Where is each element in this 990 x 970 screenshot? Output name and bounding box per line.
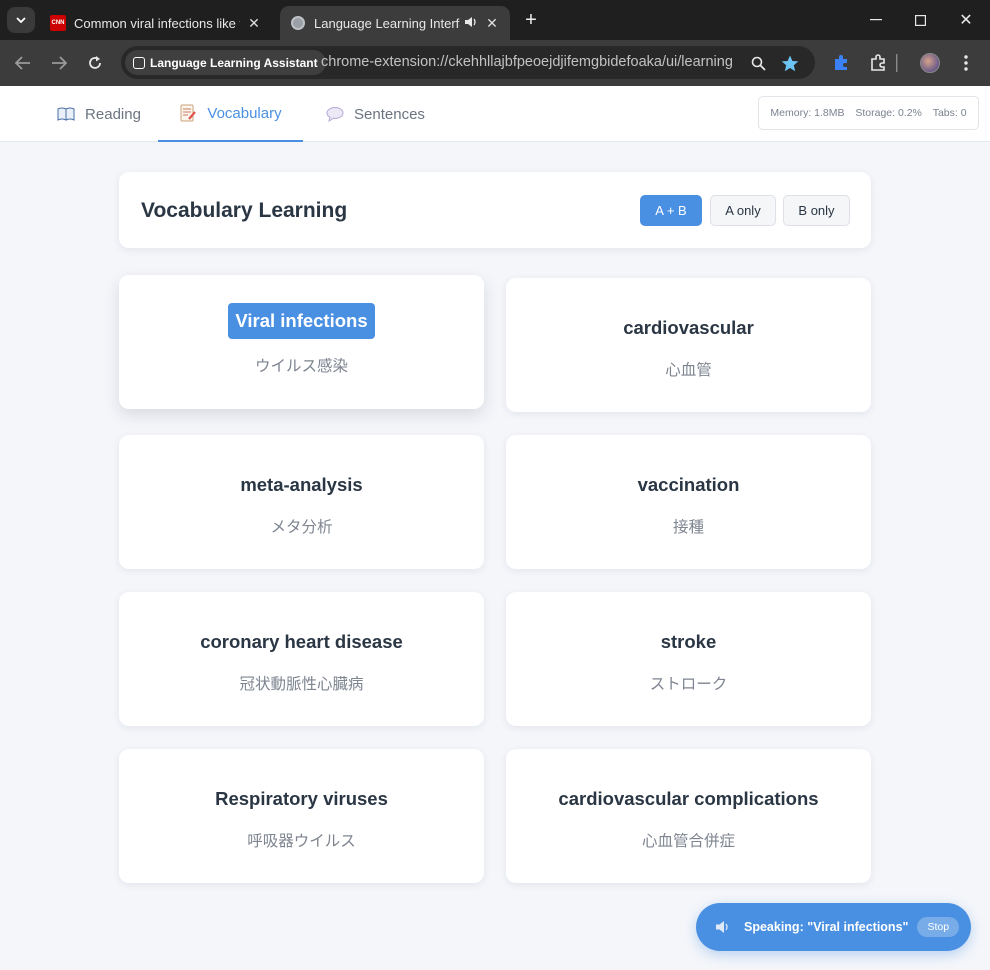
vocab-term[interactable]: vaccination [638, 474, 740, 496]
speaker-icon[interactable] [464, 16, 478, 31]
globe-icon [290, 15, 306, 31]
vocab-translation: 呼吸器ウイルス [247, 832, 356, 850]
vocab-translation: 心血管 [665, 361, 712, 379]
book-icon [57, 105, 75, 123]
chevron-down-icon [16, 17, 26, 23]
resource-stats: Memory: 1.8MB Storage: 0.2% Tabs: 0 [758, 96, 979, 130]
extensions-menu-icon[interactable] [865, 50, 891, 76]
vocab-card[interactable]: stroke ストローク [506, 592, 871, 726]
browser-tab-cnn[interactable]: CNN Common viral infections like flu ✕ [40, 6, 272, 40]
vocab-translation: メタ分析 [270, 518, 333, 536]
tab-sentences[interactable]: Sentences [303, 86, 448, 142]
url-text: chrome-extension://ckehhllajbfpeoejdjife… [321, 54, 733, 70]
site-info-chip[interactable]: Language Learning Assistant [125, 50, 326, 75]
vocab-card[interactable]: cardiovascular 心血管 [506, 278, 871, 412]
vocab-card[interactable]: Respiratory viruses 呼吸器ウイルス [119, 749, 484, 883]
close-tab-icon[interactable]: ✕ [484, 15, 500, 32]
site-chip-label: Language Learning Assistant [150, 55, 318, 70]
memory-stat: Memory: 1.8MB [770, 107, 845, 119]
vocab-term[interactable]: Viral infections [228, 303, 375, 339]
app-navigation: Reading Vocabulary Sentences Memory: 1.8… [0, 86, 990, 142]
vocabulary-header: Vocabulary Learning A + B A only B only [119, 172, 871, 248]
bookmark-star-icon[interactable] [779, 52, 801, 74]
vocab-translation: 接種 [672, 518, 704, 536]
speech-bubble-icon [326, 105, 344, 123]
vocab-translation: 心血管合併症 [641, 832, 735, 850]
window-close-icon[interactable]: ✕ [946, 6, 986, 34]
vocab-card[interactable]: meta-analysis メタ分析 [119, 435, 484, 569]
vocab-translation: ストローク [649, 675, 728, 693]
vocab-term[interactable]: coronary heart disease [200, 631, 403, 653]
tab-reading[interactable]: Reading [40, 86, 158, 142]
vocab-translation: ウイルス感染 [254, 357, 348, 375]
reload-icon[interactable] [82, 50, 108, 76]
vocab-card[interactable]: cardiovascular complications 心血管合併症 [506, 749, 871, 883]
forward-arrow-icon[interactable] [46, 50, 72, 76]
tab-label: Sentences [354, 105, 425, 123]
memo-icon [179, 104, 197, 122]
filter-a-only-button[interactable]: A only [710, 195, 776, 226]
new-tab-plus-icon[interactable]: + [520, 8, 542, 32]
filter-a-plus-b-button[interactable]: A + B [640, 195, 702, 226]
vocab-term[interactable]: meta-analysis [240, 474, 362, 496]
address-bar[interactable]: Language Learning Assistant chrome-exten… [121, 46, 815, 79]
zoom-icon[interactable] [747, 52, 769, 74]
tab-label: Reading [85, 105, 141, 123]
vocab-term[interactable]: stroke [661, 631, 717, 653]
toolbar-divider [892, 50, 902, 76]
stop-speaking-button[interactable]: Stop [917, 917, 960, 937]
vocab-term[interactable]: Respiratory viruses [215, 788, 388, 810]
speaking-text: Speaking: "Viral infections" [744, 920, 909, 934]
vocab-card[interactable]: coronary heart disease 冠状動脈性心臓病 [119, 592, 484, 726]
extension-icon [133, 56, 145, 69]
storage-stat: Storage: 0.2% [855, 107, 922, 119]
minimize-icon[interactable] [856, 6, 896, 34]
speaker-icon [715, 919, 731, 935]
speaking-indicator: Speaking: "Viral infections" Stop [696, 903, 971, 951]
tab-title: Language Learning Interface [314, 15, 460, 31]
filter-b-only-button[interactable]: B only [783, 195, 850, 226]
profile-avatar[interactable] [917, 50, 943, 76]
more-menu-icon[interactable] [953, 50, 979, 76]
vocab-card[interactable]: Viral infections ウイルス感染 [119, 275, 484, 409]
browser-toolbar: Language Learning Assistant chrome-exten… [0, 40, 990, 86]
vocab-term[interactable]: cardiovascular [623, 317, 754, 339]
tabs-stat: Tabs: 0 [932, 107, 967, 119]
tab-vocabulary[interactable]: Vocabulary [158, 86, 303, 142]
maximize-icon[interactable] [900, 6, 940, 34]
cnn-favicon: CNN [50, 15, 66, 31]
close-tab-icon[interactable]: ✕ [246, 15, 262, 32]
vocab-term[interactable]: cardiovascular complications [558, 788, 818, 810]
vocab-translation: 冠状動脈性心臓病 [239, 675, 364, 693]
tab-search-button[interactable] [7, 7, 35, 33]
tab-title: Common viral infections like flu [74, 15, 240, 31]
browser-tab-language-learning[interactable]: Language Learning Interface ✕ [280, 6, 510, 40]
puzzle-extension-icon[interactable] [828, 50, 854, 76]
tab-label: Vocabulary [207, 104, 282, 122]
vocab-card[interactable]: vaccination 接種 [506, 435, 871, 569]
back-arrow-icon[interactable] [10, 50, 36, 76]
browser-tab-strip: CNN Common viral infections like flu ✕ L… [0, 0, 990, 40]
page-title: Vocabulary Learning [141, 199, 348, 222]
